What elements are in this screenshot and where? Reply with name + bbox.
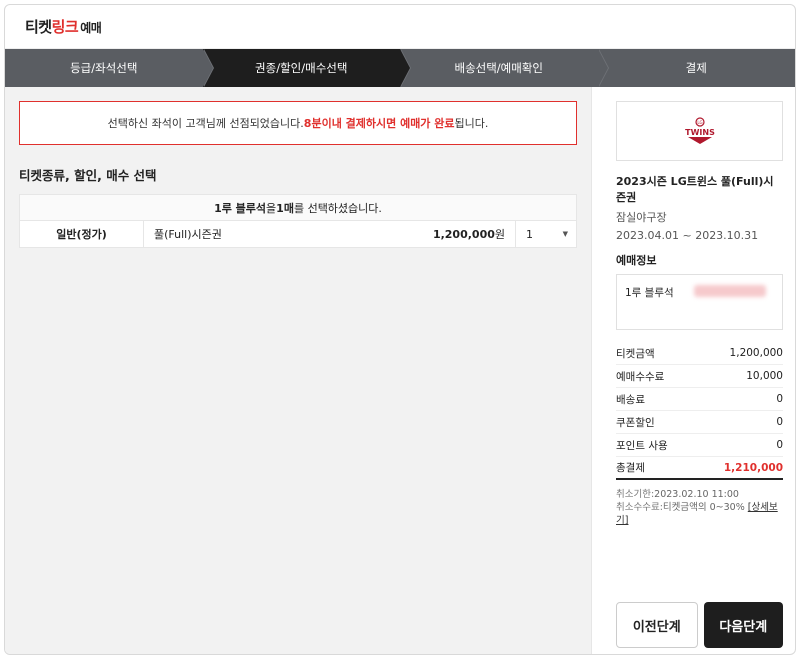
summary-sidebar: LG TWINS 2023시즌 LG트윈스 풀(Full)시즌권 잠실야구장 2… (591, 87, 795, 654)
step-navigation: 등급/좌석선택 권종/할인/매수선택 배송선택/예매확인 결제 (5, 49, 795, 87)
seat-number-redacted (693, 285, 766, 297)
fee-row: 포인트 사용 0 (616, 434, 783, 457)
total-row: 총결제 1,210,000 (616, 457, 783, 480)
step-label: 권종/할인/매수선택 (255, 61, 348, 75)
fee-list: 티켓금액 1,200,000 예매수수료 10,000 배송료 0 쿠폰할인 0 포인트… (616, 342, 783, 480)
logo-part3: 예매 (80, 21, 102, 35)
step-ticket-type: 권종/할인/매수선택 (202, 49, 411, 87)
cancel-info: 취소기한:2023.02.10 11:00 취소수수료:티켓금액의 0~30% … (616, 489, 778, 526)
event-title: 2023시즌 LG트윈스 풀(Full)시즌권 (616, 175, 774, 204)
reservation-info-box: 1루 블루석 (616, 274, 783, 330)
seat-grade: 1루 블루석 (625, 287, 674, 299)
preemption-notice: 선택하신 좌석이 고객님께 선점되었습니다. 8분이내 결제하시면 예매가 완료… (19, 101, 577, 145)
event-venue: 잠실야구장 (616, 211, 667, 224)
notice-highlight: 8분이내 결제하시면 예매가 완료 (303, 117, 455, 130)
team-logo-box: LG TWINS (616, 101, 783, 161)
main-panel: 선택하신 좌석이 고객님께 선점되었습니다. 8분이내 결제하시면 예매가 완료… (5, 87, 591, 654)
next-step-button[interactable]: 다음단계 (703, 602, 783, 648)
step-label: 결제 (685, 61, 707, 75)
quantity-select[interactable]: 1 ▼ (516, 228, 576, 241)
ticket-type: 일반(정가) (20, 221, 144, 247)
fee-row: 쿠폰할인 0 (616, 411, 783, 434)
event-period: 2023.04.01 ~ 2023.10.31 (616, 229, 759, 242)
step-seat-select: 등급/좌석선택 (5, 49, 214, 87)
logo-part2: 링크 (51, 18, 79, 36)
table-row: 일반(정가) 풀(Full)시즌권 1,200,000 원 1 ▼ (20, 221, 576, 247)
fee-row: 티켓금액 1,200,000 (616, 342, 783, 365)
fee-row: 예매수수료 10,000 (616, 365, 783, 388)
action-buttons: 이전단계 다음단계 (616, 602, 783, 648)
logo-part1: 티켓 (25, 18, 52, 36)
cancel-fee: 티켓금액의 0~30% (662, 502, 748, 513)
notice-suffix: 됩니다. (454, 117, 489, 130)
twins-logo-icon: LG TWINS (685, 117, 715, 144)
prev-step-button[interactable]: 이전단계 (616, 602, 698, 648)
top-bar: 티켓 링크 예매 (5, 5, 795, 49)
logo-text: TWINS (685, 128, 715, 137)
ticketlink-logo[interactable]: 티켓 링크 예매 (25, 16, 102, 37)
chevron-right-icon (202, 49, 213, 87)
price-unit: 원 (494, 228, 505, 241)
step-label: 배송선택/예매확인 (454, 61, 543, 75)
reservation-info-title: 예매정보 (616, 254, 657, 267)
step-delivery: 배송선택/예매확인 (400, 49, 609, 87)
cancel-deadline: 2023.02.10 11:00 (654, 489, 739, 500)
quantity-value: 1 (526, 227, 533, 241)
fee-row: 배송료 0 (616, 388, 783, 411)
summary-count: 1매 (276, 201, 294, 215)
summary-mid: 을 (266, 201, 277, 215)
chevron-down-icon: ▼ (562, 230, 568, 238)
booking-window: 티켓 링크 예매 등급/좌석선택 권종/할인/매수선택 배송선택/예매확인 결제 선… (4, 4, 796, 655)
step-label: 등급/좌석선택 (70, 61, 138, 75)
summary-seat: 1루 블루석 (214, 201, 267, 215)
total-value: 1,210,000 (723, 461, 783, 474)
section-title: 티켓종류, 할인, 매수 선택 (19, 168, 157, 183)
total-label: 총결제 (616, 462, 645, 474)
chevron-right-icon (597, 49, 608, 87)
ticket-table: 1루 블루석 을 1매 를 선택하셨습니다. 일반(정가) 풀(Full)시즌권 1… (19, 194, 577, 248)
price-value: 1,200,000 (432, 227, 495, 241)
table-summary: 1루 블루석 을 1매 를 선택하셨습니다. (20, 195, 576, 221)
ticket-price: 1,200,000 원 (396, 221, 516, 247)
step-payment: 결제 (598, 49, 796, 87)
chevron-right-icon (400, 49, 410, 87)
ticket-name: 풀(Full)시즌권 (154, 228, 222, 241)
logo-small-text: LG (697, 120, 702, 125)
summary-suffix: 를 선택하셨습니다. (293, 201, 382, 215)
notice-text: 선택하신 좌석이 고객님께 선점되었습니다. (107, 117, 304, 130)
